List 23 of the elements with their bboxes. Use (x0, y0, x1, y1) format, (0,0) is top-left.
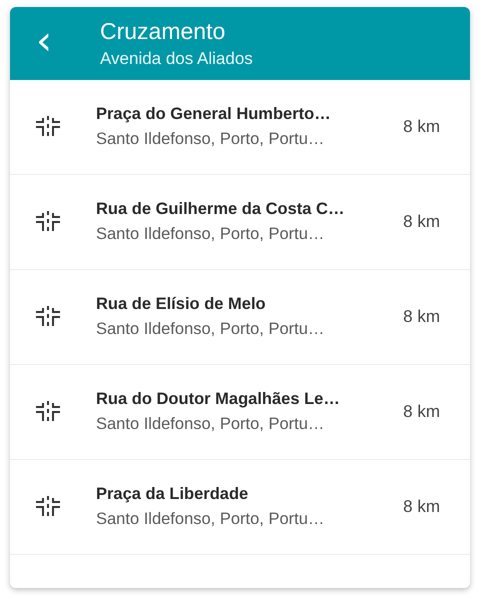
result-row[interactable]: Rua de Guilherme da Costa C… Santo Ildefonso, Porto, Portu… 8 km (10, 175, 470, 270)
page-subtitle: Avenida dos Aliados (100, 49, 253, 69)
distance-label: 8 km (403, 117, 440, 137)
result-row[interactable]: Rua de Elísio de Melo Santo Ildefonso, Porto, Portu… 8 km (10, 270, 470, 365)
street-address: Santo Ildefonso, Porto, Portu… (96, 510, 326, 529)
street-name: Rua do Doutor Magalhães Le… (96, 390, 341, 409)
page-title: Cruzamento (100, 18, 226, 45)
distance-label: 8 km (403, 212, 440, 232)
result-row[interactable]: Praça da Liberdade Santo Ildefonso, Porto, Portu… 8 km (10, 460, 470, 555)
back-button[interactable]: ‹ (28, 20, 60, 66)
result-row[interactable]: Praça do General Humberto… Santo Ildefonso, Porto, Portu… 8 km (10, 80, 470, 175)
distance-label: 8 km (403, 307, 440, 327)
street-name: Rua de Elísio de Melo (96, 295, 267, 314)
street-name: Rua de Guilherme da Costa C… (96, 200, 346, 219)
street-address: Santo Ildefonso, Porto, Portu… (96, 130, 326, 149)
street-address: Santo Ildefonso, Porto, Portu… (96, 415, 326, 434)
distance-label: 8 km (403, 497, 440, 517)
street-name: Praça da Liberdade (96, 485, 250, 504)
distance-label: 8 km (403, 402, 440, 422)
street-address: Santo Ildefonso, Porto, Portu… (96, 225, 326, 244)
street-address: Santo Ildefonso, Porto, Portu… (96, 320, 326, 339)
result-row[interactable]: Rua do Doutor Magalhães Le… Santo Ildefonso, Porto, Portu… 8 km (10, 365, 470, 460)
street-name: Praça do General Humberto… (96, 105, 332, 124)
